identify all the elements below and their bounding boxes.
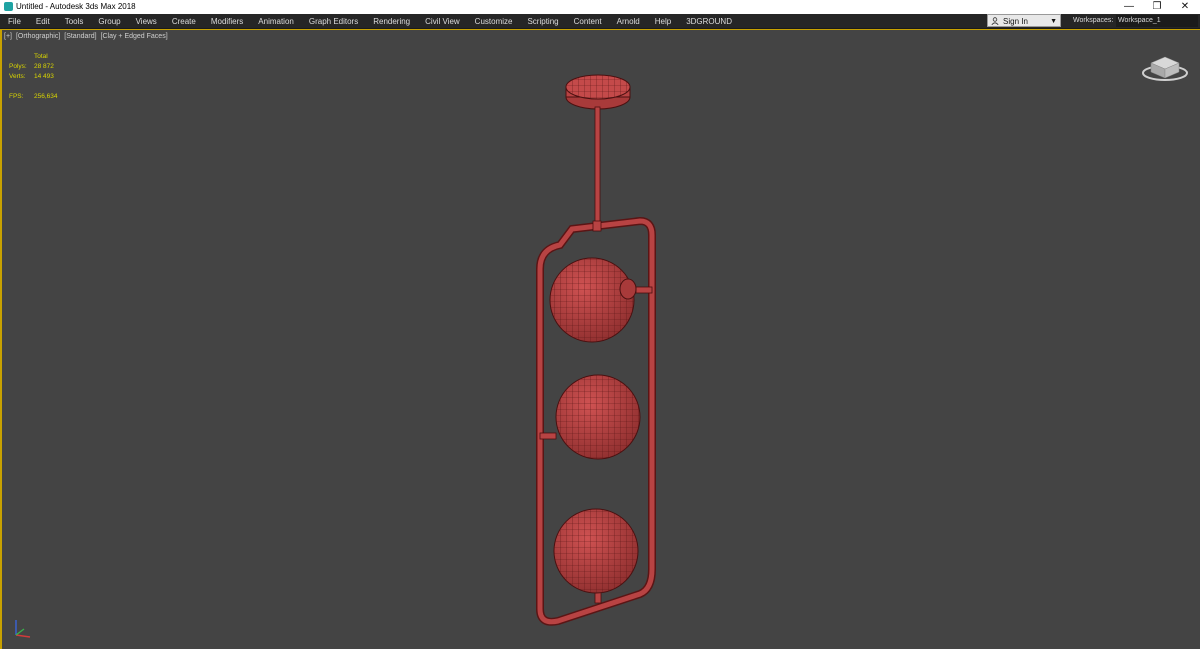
menu-item-modifiers[interactable]: Modifiers (211, 17, 243, 26)
viewport-standard[interactable]: [Standard] (64, 33, 96, 40)
viewport-label: [+] [Orthographic] [Standard] [Clay + Ed… (4, 33, 170, 40)
close-button[interactable]: ✕ (1174, 0, 1196, 14)
window-title: Untitled - Autodesk 3ds Max 2018 (16, 2, 136, 11)
stats-total-header: Total (34, 53, 48, 60)
menu-item-rendering[interactable]: Rendering (373, 17, 410, 26)
menu-item-animation[interactable]: Animation (258, 17, 294, 26)
pendant-lamp-model[interactable] (500, 49, 700, 629)
lamp-globe-top (549, 257, 637, 343)
menu-item-3dground[interactable]: 3DGROUND (686, 17, 732, 26)
viewcube-icon[interactable] (1140, 49, 1190, 83)
polys-value: 28 872 (34, 63, 54, 70)
menu-item-graph-editors[interactable]: Graph Editors (309, 17, 358, 26)
lamp-globe-bottom (553, 508, 639, 594)
viewport-orthographic[interactable]: [+] [Orthographic] [Standard] [Clay + Ed… (0, 29, 1200, 649)
viewport-statistics: Total Polys: 28 872 Verts: 14 493 FPS: 256,… (9, 52, 89, 102)
menu-item-customize[interactable]: Customize (475, 17, 513, 26)
ceiling-canopy (565, 74, 631, 110)
viewport-menu-plus[interactable]: [+] (4, 33, 12, 40)
menu-items: File Edit Tools Group Views Create Modifiers An… (0, 14, 732, 28)
user-icon (991, 17, 999, 25)
menu-item-views[interactable]: Views (136, 17, 157, 26)
workspace-select[interactable]: Workspace_1 (1116, 15, 1198, 27)
lamp-globe-middle (555, 374, 641, 460)
menu-item-create[interactable]: Create (172, 17, 196, 26)
menu-item-content[interactable]: Content (574, 17, 602, 26)
menu-item-arnold[interactable]: Arnold (617, 17, 640, 26)
viewport-shading[interactable]: [Clay + Edged Faces] (101, 33, 168, 40)
minimize-button[interactable]: — (1118, 0, 1140, 14)
sign-in-dropdown[interactable]: Sign In ▼ (987, 14, 1061, 27)
title-bar: Untitled - Autodesk 3ds Max 2018 — ❐ ✕ (0, 0, 1200, 14)
menu-item-edit[interactable]: Edit (36, 17, 50, 26)
verts-value: 14 493 (34, 73, 54, 80)
fps-value: 256,634 (34, 93, 58, 100)
menu-item-help[interactable]: Help (655, 17, 671, 26)
restore-button[interactable]: ❐ (1146, 0, 1168, 14)
menu-item-tools[interactable]: Tools (65, 17, 84, 26)
viewport-point-of-view[interactable]: [Orthographic] (16, 33, 60, 40)
menu-item-file[interactable]: File (8, 17, 21, 26)
polys-label: Polys: (9, 63, 27, 70)
suspension-rod (594, 106, 601, 228)
sign-in-label: Sign In (1003, 17, 1028, 26)
verts-label: Verts: (9, 73, 26, 80)
menu-item-scripting[interactable]: Scripting (527, 17, 558, 26)
menu-item-civil-view[interactable]: Civil View (425, 17, 460, 26)
3dsmax-app-icon (4, 2, 13, 11)
workspaces-label: Workspaces: (1073, 17, 1114, 24)
axis-tripod-icon (15, 620, 31, 638)
fps-label: FPS: (9, 93, 24, 100)
menu-item-group[interactable]: Group (98, 17, 120, 26)
chevron-down-icon: ▼ (1050, 18, 1057, 25)
